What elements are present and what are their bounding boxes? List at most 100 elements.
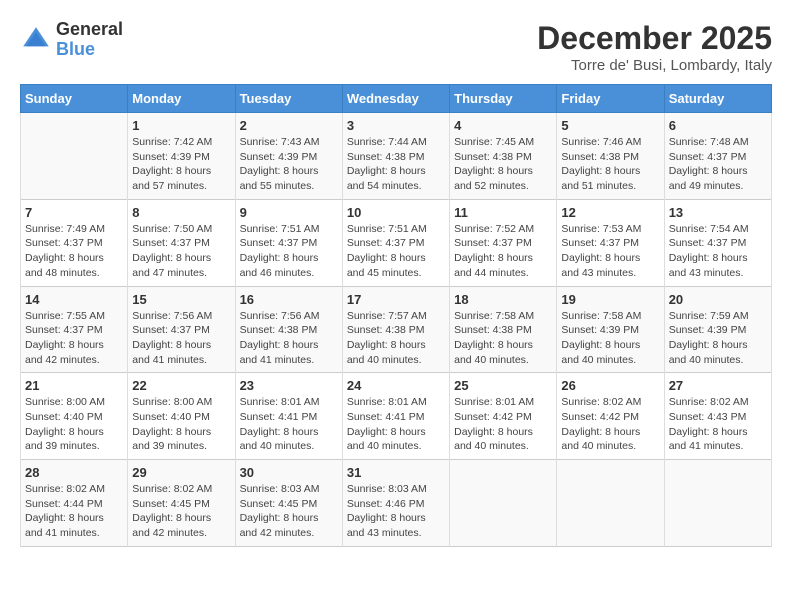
day-number: 25 [454,378,552,393]
cell-sun-info: Sunrise: 8:02 AMSunset: 4:45 PMDaylight:… [132,482,230,541]
calendar-cell: 25 Sunrise: 8:01 AMSunset: 4:42 PMDayligh… [450,373,557,460]
day-number: 3 [347,118,445,133]
day-number: 11 [454,205,552,220]
day-number: 26 [561,378,659,393]
day-number: 30 [240,465,338,480]
cell-sun-info: Sunrise: 8:03 AMSunset: 4:46 PMDaylight:… [347,482,445,541]
day-number: 2 [240,118,338,133]
day-number: 10 [347,205,445,220]
day-number: 22 [132,378,230,393]
logo-blue-text: Blue [56,40,123,60]
header-thursday: Thursday [450,85,557,113]
cell-sun-info: Sunrise: 8:00 AMSunset: 4:40 PMDaylight:… [132,395,230,454]
cell-sun-info: Sunrise: 8:02 AMSunset: 4:42 PMDaylight:… [561,395,659,454]
calendar-cell: 15 Sunrise: 7:56 AMSunset: 4:37 PMDayligh… [128,286,235,373]
calendar-cell: 3 Sunrise: 7:44 AMSunset: 4:38 PMDaylight… [342,113,449,200]
logo-icon [20,24,52,56]
calendar-week-row: 21 Sunrise: 8:00 AMSunset: 4:40 PMDayligh… [21,373,772,460]
calendar-cell: 2 Sunrise: 7:43 AMSunset: 4:39 PMDaylight… [235,113,342,200]
calendar-week-row: 1Sunrise: 7:42 AMSunset: 4:39 PMDaylight… [21,113,772,200]
calendar-cell: 1Sunrise: 7:42 AMSunset: 4:39 PMDaylight… [128,113,235,200]
day-number: 19 [561,292,659,307]
cell-sun-info: Sunrise: 7:53 AMSunset: 4:37 PMDaylight:… [561,222,659,281]
cell-sun-info: Sunrise: 7:49 AMSunset: 4:37 PMDaylight:… [25,222,123,281]
calendar-cell: 18 Sunrise: 7:58 AMSunset: 4:38 PMDayligh… [450,286,557,373]
calendar-cell: 11 Sunrise: 7:52 AMSunset: 4:37 PMDayligh… [450,199,557,286]
cell-sun-info: Sunrise: 8:02 AMSunset: 4:43 PMDaylight:… [669,395,767,454]
calendar-cell: 31 Sunrise: 8:03 AMSunset: 4:46 PMDayligh… [342,460,449,547]
calendar-week-row: 14 Sunrise: 7:55 AMSunset: 4:37 PMDayligh… [21,286,772,373]
calendar-cell: 16Sunrise: 7:56 AMSunset: 4:38 PMDayligh… [235,286,342,373]
calendar-table: SundayMondayTuesdayWednesdayThursdayFrid… [20,84,772,547]
cell-sun-info: Sunrise: 7:55 AMSunset: 4:37 PMDaylight:… [25,309,123,368]
header-tuesday: Tuesday [235,85,342,113]
calendar-cell: 14 Sunrise: 7:55 AMSunset: 4:37 PMDayligh… [21,286,128,373]
calendar-cell: 24Sunrise: 8:01 AMSunset: 4:41 PMDayligh… [342,373,449,460]
calendar-cell: 10 Sunrise: 7:51 AMSunset: 4:37 PMDayligh… [342,199,449,286]
day-number: 1 [132,118,230,133]
cell-sun-info: Sunrise: 8:02 AMSunset: 4:44 PMDaylight:… [25,482,123,541]
calendar-week-row: 7 Sunrise: 7:49 AMSunset: 4:37 PMDaylight… [21,199,772,286]
header-monday: Monday [128,85,235,113]
day-number: 28 [25,465,123,480]
day-number: 16 [240,292,338,307]
day-number: 4 [454,118,552,133]
logo-text: General Blue [56,20,123,60]
calendar-cell: 21 Sunrise: 8:00 AMSunset: 4:40 PMDayligh… [21,373,128,460]
cell-sun-info: Sunrise: 8:01 AMSunset: 4:42 PMDaylight:… [454,395,552,454]
day-number: 6 [669,118,767,133]
day-number: 7 [25,205,123,220]
day-number: 13 [669,205,767,220]
header-saturday: Saturday [664,85,771,113]
month-title: December 2025 [537,20,772,57]
logo-general-text: General [56,20,123,40]
cell-sun-info: Sunrise: 8:00 AMSunset: 4:40 PMDaylight:… [25,395,123,454]
day-number: 17 [347,292,445,307]
calendar-cell: 13 Sunrise: 7:54 AMSunset: 4:37 PMDayligh… [664,199,771,286]
calendar-cell: 26 Sunrise: 8:02 AMSunset: 4:42 PMDayligh… [557,373,664,460]
calendar-cell: 22 Sunrise: 8:00 AMSunset: 4:40 PMDayligh… [128,373,235,460]
calendar-cell: 7 Sunrise: 7:49 AMSunset: 4:37 PMDaylight… [21,199,128,286]
day-number: 29 [132,465,230,480]
cell-sun-info: Sunrise: 7:57 AMSunset: 4:38 PMDaylight:… [347,309,445,368]
calendar-cell: 23Sunrise: 8:01 AMSunset: 4:41 PMDayligh… [235,373,342,460]
day-number: 18 [454,292,552,307]
header-friday: Friday [557,85,664,113]
day-number: 15 [132,292,230,307]
calendar-cell: 17 Sunrise: 7:57 AMSunset: 4:38 PMDayligh… [342,286,449,373]
cell-sun-info: Sunrise: 7:51 AMSunset: 4:37 PMDaylight:… [347,222,445,281]
calendar-cell [557,460,664,547]
cell-sun-info: Sunrise: 7:44 AMSunset: 4:38 PMDaylight:… [347,135,445,194]
day-number: 21 [25,378,123,393]
cell-sun-info: Sunrise: 7:54 AMSunset: 4:37 PMDaylight:… [669,222,767,281]
day-number: 12 [561,205,659,220]
cell-sun-info: Sunrise: 7:51 AMSunset: 4:37 PMDaylight:… [240,222,338,281]
cell-sun-info: Sunrise: 7:58 AMSunset: 4:38 PMDaylight:… [454,309,552,368]
day-number: 14 [25,292,123,307]
day-number: 24 [347,378,445,393]
calendar-cell: 4 Sunrise: 7:45 AMSunset: 4:38 PMDaylight… [450,113,557,200]
page-header: General Blue December 2025 Torre de' Bus… [20,20,772,74]
logo: General Blue [20,20,123,60]
calendar-cell: 9Sunrise: 7:51 AMSunset: 4:37 PMDaylight… [235,199,342,286]
calendar-header-row: SundayMondayTuesdayWednesdayThursdayFrid… [21,85,772,113]
calendar-cell: 6Sunrise: 7:48 AMSunset: 4:37 PMDaylight… [664,113,771,200]
calendar-cell: 29 Sunrise: 8:02 AMSunset: 4:45 PMDayligh… [128,460,235,547]
cell-sun-info: Sunrise: 7:43 AMSunset: 4:39 PMDaylight:… [240,135,338,194]
header-wednesday: Wednesday [342,85,449,113]
cell-sun-info: Sunrise: 8:01 AMSunset: 4:41 PMDaylight:… [240,395,338,454]
day-number: 8 [132,205,230,220]
cell-sun-info: Sunrise: 7:56 AMSunset: 4:37 PMDaylight:… [132,309,230,368]
calendar-cell: 30Sunrise: 8:03 AMSunset: 4:45 PMDayligh… [235,460,342,547]
calendar-week-row: 28 Sunrise: 8:02 AMSunset: 4:44 PMDayligh… [21,460,772,547]
calendar-cell: 28 Sunrise: 8:02 AMSunset: 4:44 PMDayligh… [21,460,128,547]
cell-sun-info: Sunrise: 7:52 AMSunset: 4:37 PMDaylight:… [454,222,552,281]
day-number: 31 [347,465,445,480]
cell-sun-info: Sunrise: 7:45 AMSunset: 4:38 PMDaylight:… [454,135,552,194]
cell-sun-info: Sunrise: 7:46 AMSunset: 4:38 PMDaylight:… [561,135,659,194]
calendar-cell [664,460,771,547]
calendar-cell: 20Sunrise: 7:59 AMSunset: 4:39 PMDayligh… [664,286,771,373]
calendar-cell: 8Sunrise: 7:50 AMSunset: 4:37 PMDaylight… [128,199,235,286]
title-block: December 2025 Torre de' Busi, Lombardy, … [537,20,772,74]
cell-sun-info: Sunrise: 7:59 AMSunset: 4:39 PMDaylight:… [669,309,767,368]
